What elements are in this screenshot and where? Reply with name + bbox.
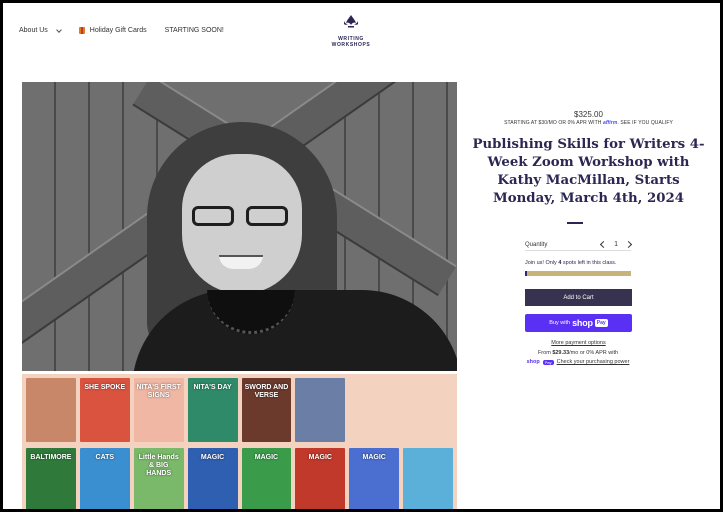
book-cover-title: MAGIC [308,454,332,461]
book-cover-title: NITA'S DAY [193,384,232,391]
book-cover-title: SHE SPOKE [84,384,126,391]
book-cover: NITA'S FIRST SIGNS [133,378,184,442]
book-cover-title: Little Hands & BIG HANDS [138,454,179,477]
title-divider [567,222,583,224]
stock-message: Join us! Only 4 spots left in this class… [525,260,631,266]
instructor-photo [22,82,457,371]
book-cover: MAGIC [241,448,292,509]
quantity-label: Quantity [525,241,548,248]
buy-with-label: Buy with [549,320,571,326]
book-cover-title: MAGIC [362,454,386,461]
site-logo[interactable]: WRITING WORKSHOPS [328,15,374,48]
book-cover: SWORD AND VERSE [241,378,292,442]
product-title: Publishing Skills for Writers 4-Week Zoo… [472,137,705,206]
more-payment-options-link[interactable]: More payment options [525,340,632,346]
affirm-installment-note[interactable]: STARTING AT $30/MO OR 0% APR WITH affirm… [457,120,720,126]
book-cover [349,378,400,442]
book-cover: NITA'S DAY [187,378,238,442]
book-cover-title: MAGIC [200,454,225,461]
stock-count: 4 [558,260,562,266]
book-cover: BALTIMORE [26,448,76,509]
book-cover-title: NITA'S FIRST SIGNS [136,384,181,399]
nav-starting-soon-label: STARTING SOON! [164,27,224,34]
from-amount: $29.33 [552,350,570,356]
top-nav: About Us Holiday Gift Cards STARTING SOO… [19,26,224,34]
page-frame: About Us Holiday Gift Cards STARTING SOO… [3,3,720,509]
gift-icon [78,27,85,34]
logo-line-2: WORKSHOPS [331,42,371,48]
fleur-logo-icon [344,15,358,28]
book-cover-title: BALTIMORE [30,454,72,461]
stock-progress-bar [525,271,631,276]
from-prefix: From [537,350,551,356]
book-cover-title: CATS [95,454,115,461]
stock-suffix: spots left in this class. [562,260,617,266]
installment-suffix: . SEE IF YOU QUALIFY [617,120,673,126]
nav-about-us[interactable]: About Us [19,26,62,34]
nav-starting-soon[interactable]: STARTING SOON! [165,27,224,34]
quantity-decrease-icon[interactable] [600,240,608,249]
nav-gift-cards-label: Holiday Gift Cards [89,27,147,34]
mini-pay-badge: Pay [542,359,554,365]
installment-prefix: STARTING AT $30/MO OR 0% APR WITH [504,120,602,126]
book-cover [403,448,453,509]
quantity-value[interactable]: 1 [614,241,618,248]
nav-holiday-gift-cards[interactable]: Holiday Gift Cards [78,27,147,34]
from-suffix: /mo or 0% APR with [569,350,619,356]
book-cover: MAGIC [187,448,238,509]
quantity-increase-icon[interactable] [624,240,633,249]
add-to-cart-button[interactable]: Add to Cart [525,289,632,306]
check-purchasing-power-link[interactable]: Check your purchasing power [557,359,630,365]
book-cover: Little Hands & BIG HANDS [133,448,184,509]
book-cover [295,378,346,442]
book-cover: MAGIC [349,448,400,509]
mini-shop-logo: shop [526,359,540,365]
installment-from-line: From $29.33/mo or 0% APR with [503,350,653,356]
affirm-logo: affirm [602,120,618,126]
stock-progress-fill [525,271,528,276]
check-purchasing-power-line: shop Pay Check your purchasing power [503,359,653,365]
book-cover: MAGIC [295,448,346,509]
book-cover-title: MAGIC [254,454,279,461]
shop-logo: shop [572,318,593,328]
stock-prefix: Join us! Only [525,260,557,266]
chevron-down-icon [55,26,62,33]
book-cover-grid: SHE SPOKE NITA'S FIRST SIGNS NITA'S DAY SWO… [22,374,457,509]
book-cover [403,378,453,442]
book-cover: CATS [79,448,130,509]
book-cover [26,378,76,442]
nav-about-us-label: About Us [19,27,48,34]
shop-pay-badge: Pay [594,319,608,327]
product-price: $325.00 [574,110,603,119]
book-cover: SHE SPOKE [79,378,130,442]
book-cover-title: SWORD AND VERSE [244,384,289,399]
quantity-selector: Quantity 1 [525,239,633,251]
buy-with-shop-pay-button[interactable]: Buy with shop Pay [525,314,632,332]
